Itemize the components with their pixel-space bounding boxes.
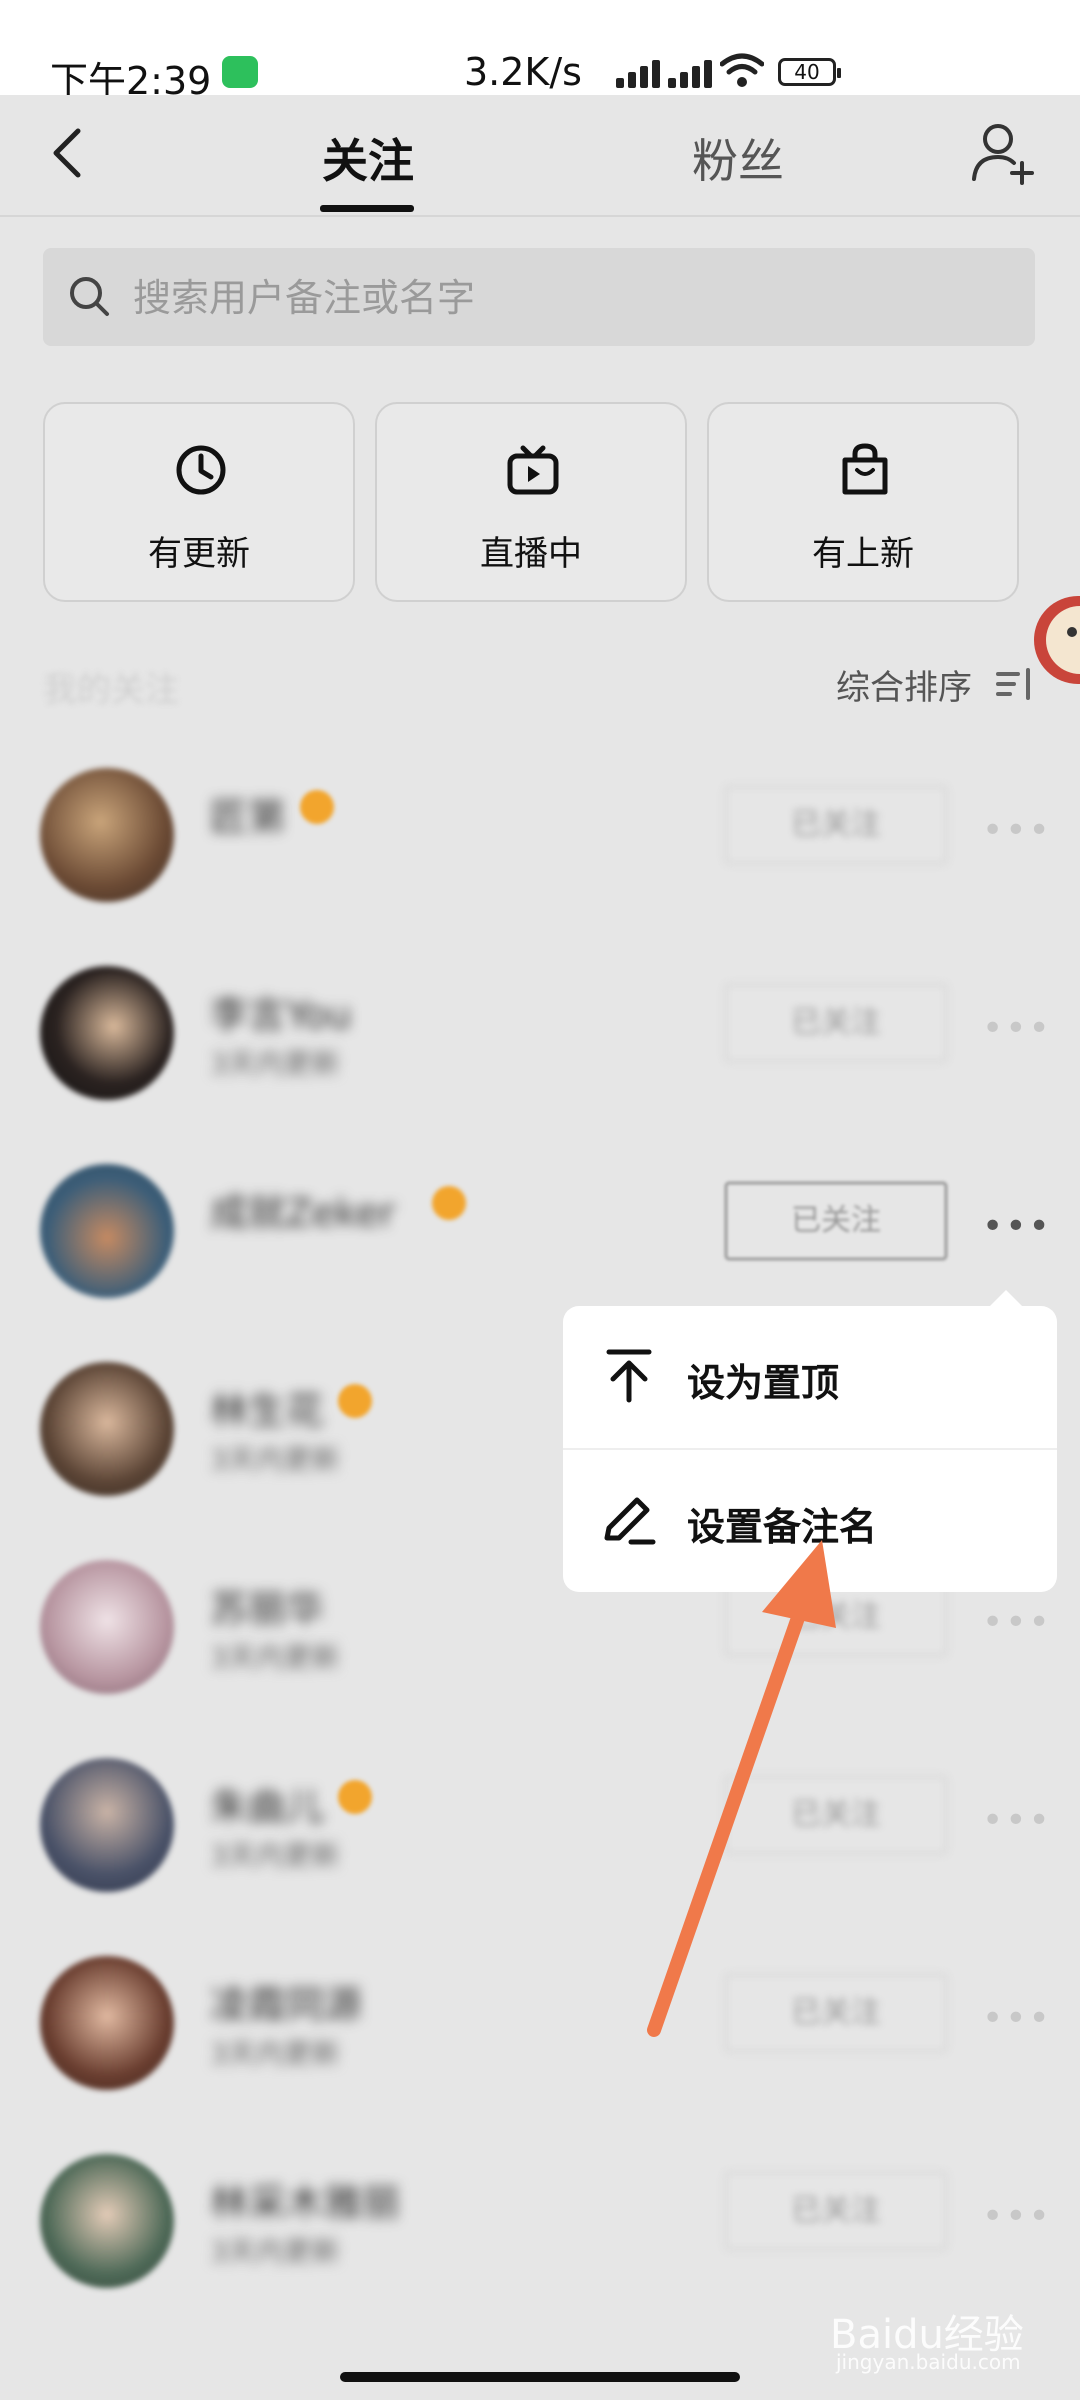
section-title: 我的关注 — [43, 670, 179, 710]
more-icon[interactable]: ••• — [982, 1998, 1052, 2039]
home-indicator[interactable] — [340, 2372, 740, 2382]
user-subtitle: 3天内更新 — [210, 2235, 340, 2268]
user-options-menu: 设为置顶 设置备注名 — [563, 1306, 1057, 1592]
search-bar[interactable] — [43, 248, 1035, 348]
search-icon — [70, 277, 109, 316]
user-name: 林采木雅丽 — [210, 2181, 401, 2225]
watermark-url: jingyan.baidu.com — [836, 2350, 1021, 2374]
more-icon[interactable]: ••• — [982, 1206, 1052, 1247]
tab-fans[interactable]: 粉丝 — [692, 125, 784, 191]
active-tab-indicator — [320, 205, 414, 212]
avatar[interactable] — [40, 1560, 174, 1694]
user-name: 匠第 — [210, 795, 287, 839]
filter-card-live[interactable]: 直播中 — [375, 402, 687, 602]
battery-level: 40 — [794, 60, 820, 84]
user-subtitle: 3天内更新 — [210, 1443, 340, 1476]
more-icon[interactable]: ••• — [982, 1800, 1052, 1841]
filter-label: 有更新 — [148, 534, 250, 574]
avatar[interactable] — [40, 1362, 174, 1496]
clock-icon — [176, 445, 226, 495]
filter-label: 有上新 — [812, 534, 914, 574]
following-button[interactable]: 已关注 — [725, 1974, 947, 2052]
user-row[interactable]: 朱曲儿 3天内更新 已关注 ••• — [0, 1738, 1080, 1928]
following-button[interactable]: 已关注 — [725, 2172, 947, 2250]
user-subtitle: 3天内更新 — [210, 1839, 340, 1872]
floating-mascot-icon[interactable] — [1030, 580, 1080, 700]
user-name: 朱曲儿 — [210, 1785, 325, 1829]
user-name: 李言You — [210, 993, 352, 1037]
signal-icon — [616, 58, 670, 88]
avatar[interactable] — [40, 966, 174, 1100]
following-button[interactable]: 已关注 — [725, 984, 947, 1062]
sort-button[interactable]: 综合排序 — [836, 660, 972, 709]
following-button[interactable]: 已关注 — [725, 1182, 947, 1260]
tv-play-icon — [507, 445, 559, 495]
filter-card-updated[interactable]: 有更新 — [43, 402, 355, 602]
filter-label: 直播中 — [480, 534, 582, 574]
battery-icon: 40 — [778, 58, 841, 86]
tab-following[interactable]: 关注 — [322, 125, 414, 191]
avatar[interactable] — [40, 768, 174, 902]
following-button[interactable]: 已关注 — [725, 786, 947, 864]
wifi-icon — [720, 53, 764, 87]
user-row[interactable]: 凌霞同源 3天内更新 已关注 ••• — [0, 1936, 1080, 2126]
menu-item-label: 设为置顶 — [687, 1361, 840, 1405]
avatar[interactable] — [40, 1758, 174, 1892]
search-input[interactable] — [131, 248, 1015, 348]
verified-badge-icon — [300, 790, 334, 824]
verified-badge-icon — [432, 1186, 466, 1220]
user-row[interactable]: 林采木雅丽 3天内更新 已关注 ••• — [0, 2134, 1080, 2324]
user-row[interactable]: 匠第 已关注 ••• — [0, 748, 1080, 938]
user-subtitle: 3天内更新 — [210, 1641, 340, 1674]
more-icon[interactable]: ••• — [982, 810, 1052, 851]
pin-to-top-icon — [606, 1349, 652, 1403]
back-arrow-icon[interactable] — [40, 123, 100, 183]
user-name: 成就Zeker — [210, 1191, 396, 1235]
status-bar: 下午2:39 3.2K/s 40 — [0, 0, 1080, 103]
signal-icon — [668, 58, 722, 88]
user-name: 林生花 — [210, 1389, 325, 1433]
shopping-bag-icon — [842, 443, 888, 495]
menu-item-set-remark[interactable]: 设置备注名 — [563, 1450, 1057, 1592]
more-icon[interactable]: ••• — [982, 1602, 1052, 1643]
more-icon[interactable]: ••• — [982, 1008, 1052, 1049]
user-row[interactable]: 李言You 3天内更新 已关注 ••• — [0, 946, 1080, 1136]
network-speed: 3.2K/s — [464, 50, 582, 94]
verified-badge-icon — [338, 1780, 372, 1814]
edit-pencil-icon — [604, 1497, 656, 1545]
filter-card-new-items[interactable]: 有上新 — [707, 402, 1019, 602]
user-name: 凌霞同源 — [210, 1983, 363, 2027]
avatar[interactable] — [40, 2154, 174, 2288]
add-user-icon[interactable] — [968, 119, 1038, 189]
menu-item-pin-to-top[interactable]: 设为置顶 — [563, 1306, 1057, 1448]
top-nav: 关注 粉丝 — [0, 95, 1080, 217]
avatar[interactable] — [40, 1164, 174, 1298]
menu-item-label: 设置备注名 — [687, 1505, 878, 1549]
user-subtitle: 3天内更新 — [210, 1047, 340, 1080]
verified-badge-icon — [338, 1384, 372, 1418]
following-button[interactable]: 已关注 — [725, 1776, 947, 1854]
wechat-notification-icon — [222, 56, 258, 88]
user-name: 苏丽华 — [210, 1587, 325, 1631]
user-subtitle: 3天内更新 — [210, 2037, 340, 2070]
avatar[interactable] — [40, 1956, 174, 2090]
more-icon[interactable]: ••• — [982, 2196, 1052, 2237]
